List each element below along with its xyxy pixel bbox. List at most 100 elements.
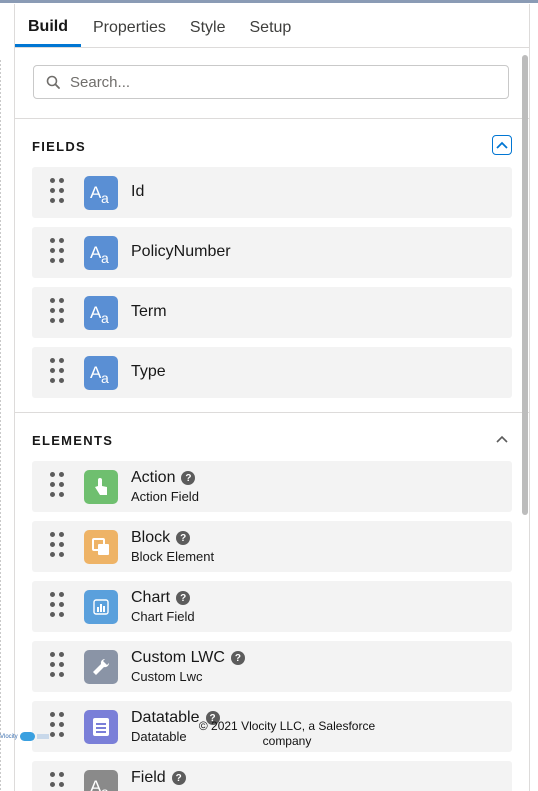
drag-dot [50,722,55,727]
drag-dot [50,662,55,667]
drag-dot [59,712,64,717]
drag-dot [50,298,55,303]
text-field-icon: Aa [84,770,118,791]
element-item-subtitle: Datatable [131,729,187,744]
element-item-action[interactable]: Action? Action Field [32,461,512,512]
help-icon[interactable]: ? [176,591,191,605]
svg-text:a: a [101,784,109,791]
drag-dot [50,672,55,677]
svg-text:a: a [101,370,109,385]
field-item-label: Id [131,183,145,200]
help-icon[interactable]: ? [230,651,245,665]
element-item-label: Action [131,469,176,486]
element-item-subtitle: Action Field [131,489,199,504]
drag-dot [50,188,55,193]
logo-mark [36,734,49,739]
drag-dot [59,198,64,203]
drag-dot [59,732,64,737]
text-field-icon: Aa [84,236,118,270]
field-item-id[interactable]: Aa Id [32,167,512,218]
drag-dot [50,482,55,487]
chevron-up-icon [496,435,508,443]
element-item-label: Datatable [131,709,200,726]
fields-section-title: FIELDS [32,139,87,154]
elements-section-header: ELEMENTS [15,413,529,461]
drag-handle-icon[interactable] [50,772,66,791]
field-item-type[interactable]: Aa Type [32,347,512,398]
element-item-subtitle: Block Element [131,549,215,564]
element-item-label: Field [131,769,166,786]
drag-dot [59,602,64,607]
element-item-label: Custom LWC [131,649,225,666]
drag-dot [59,358,64,363]
tab-properties[interactable]: Properties [81,14,178,47]
field-item-label: Term [131,303,167,320]
drag-dot [50,602,55,607]
drag-dot [59,178,64,183]
drag-handle-icon[interactable] [50,532,66,562]
search-box[interactable] [33,65,509,99]
drag-dot [50,532,55,537]
tab-style[interactable]: Style [178,14,238,47]
drag-dot [59,542,64,547]
drag-dot [59,722,64,727]
window-top-edge [0,0,538,3]
field-item-policynumber[interactable]: Aa PolicyNumber [32,227,512,278]
touch-icon [84,470,118,504]
help-icon[interactable]: ? [176,531,191,545]
element-item-title: Chart? [131,589,191,607]
element-item-custom-lwc[interactable]: Custom LWC? Custom Lwc [32,641,512,692]
drag-handle-icon[interactable] [50,592,66,622]
drag-dot [50,712,55,717]
element-item-field[interactable]: Aa Field? [32,761,512,791]
search-input[interactable] [68,72,492,92]
chevron-up-icon [496,141,508,149]
tab-build[interactable]: Build [15,14,81,47]
tab-setup[interactable]: Setup [238,14,304,47]
drag-handle-icon[interactable] [50,358,66,388]
drag-dot [50,772,55,777]
help-icon[interactable]: ? [181,471,196,485]
drag-dot [50,358,55,363]
drag-handle-icon[interactable] [50,712,66,742]
drag-handle-icon[interactable] [50,298,66,328]
drag-dot [50,592,55,597]
drag-handle-icon[interactable] [50,472,66,502]
drag-dot [50,378,55,383]
drag-dot [50,732,55,737]
element-item-subtitle: Custom Lwc [131,669,203,684]
element-item-block[interactable]: Block? Block Element [32,521,512,572]
element-item-label: Chart [131,589,171,606]
drag-dot [59,188,64,193]
element-item-title: Custom LWC? [131,649,245,667]
drag-dot [59,672,64,677]
drag-dot [59,532,64,537]
drag-dot [59,482,64,487]
drag-handle-icon[interactable] [50,652,66,682]
drag-dot [59,378,64,383]
drag-dot [59,772,64,777]
element-item-chart[interactable]: Chart? Chart Field [32,581,512,632]
drag-dot [50,258,55,263]
drag-handle-icon[interactable] [50,178,66,208]
help-icon[interactable]: ? [171,771,186,785]
drag-dot [50,472,55,477]
drag-dot [59,318,64,323]
element-item-label: Block [131,529,171,546]
canvas-edge [0,60,1,791]
vlocity-logo-text: Vlocity [0,733,18,740]
panel-scrollbar[interactable] [521,51,529,517]
copyright-notice: © 2021 Vlocity LLC, a Salesforce company [197,719,377,749]
elements-collapse-button[interactable] [492,429,512,449]
text-field-icon: Aa [84,296,118,330]
field-item-term[interactable]: Aa Term [32,287,512,338]
drag-dot [59,662,64,667]
drag-dot [50,238,55,243]
scrollbar-thumb[interactable] [522,55,528,515]
fields-list: Aa Id Aa PolicyNumber Aa Term Aa Type [15,167,529,398]
drag-dot [50,368,55,373]
svg-text:a: a [101,190,109,205]
fields-collapse-button[interactable] [492,135,512,155]
svg-text:a: a [101,310,109,325]
drag-handle-icon[interactable] [50,238,66,268]
